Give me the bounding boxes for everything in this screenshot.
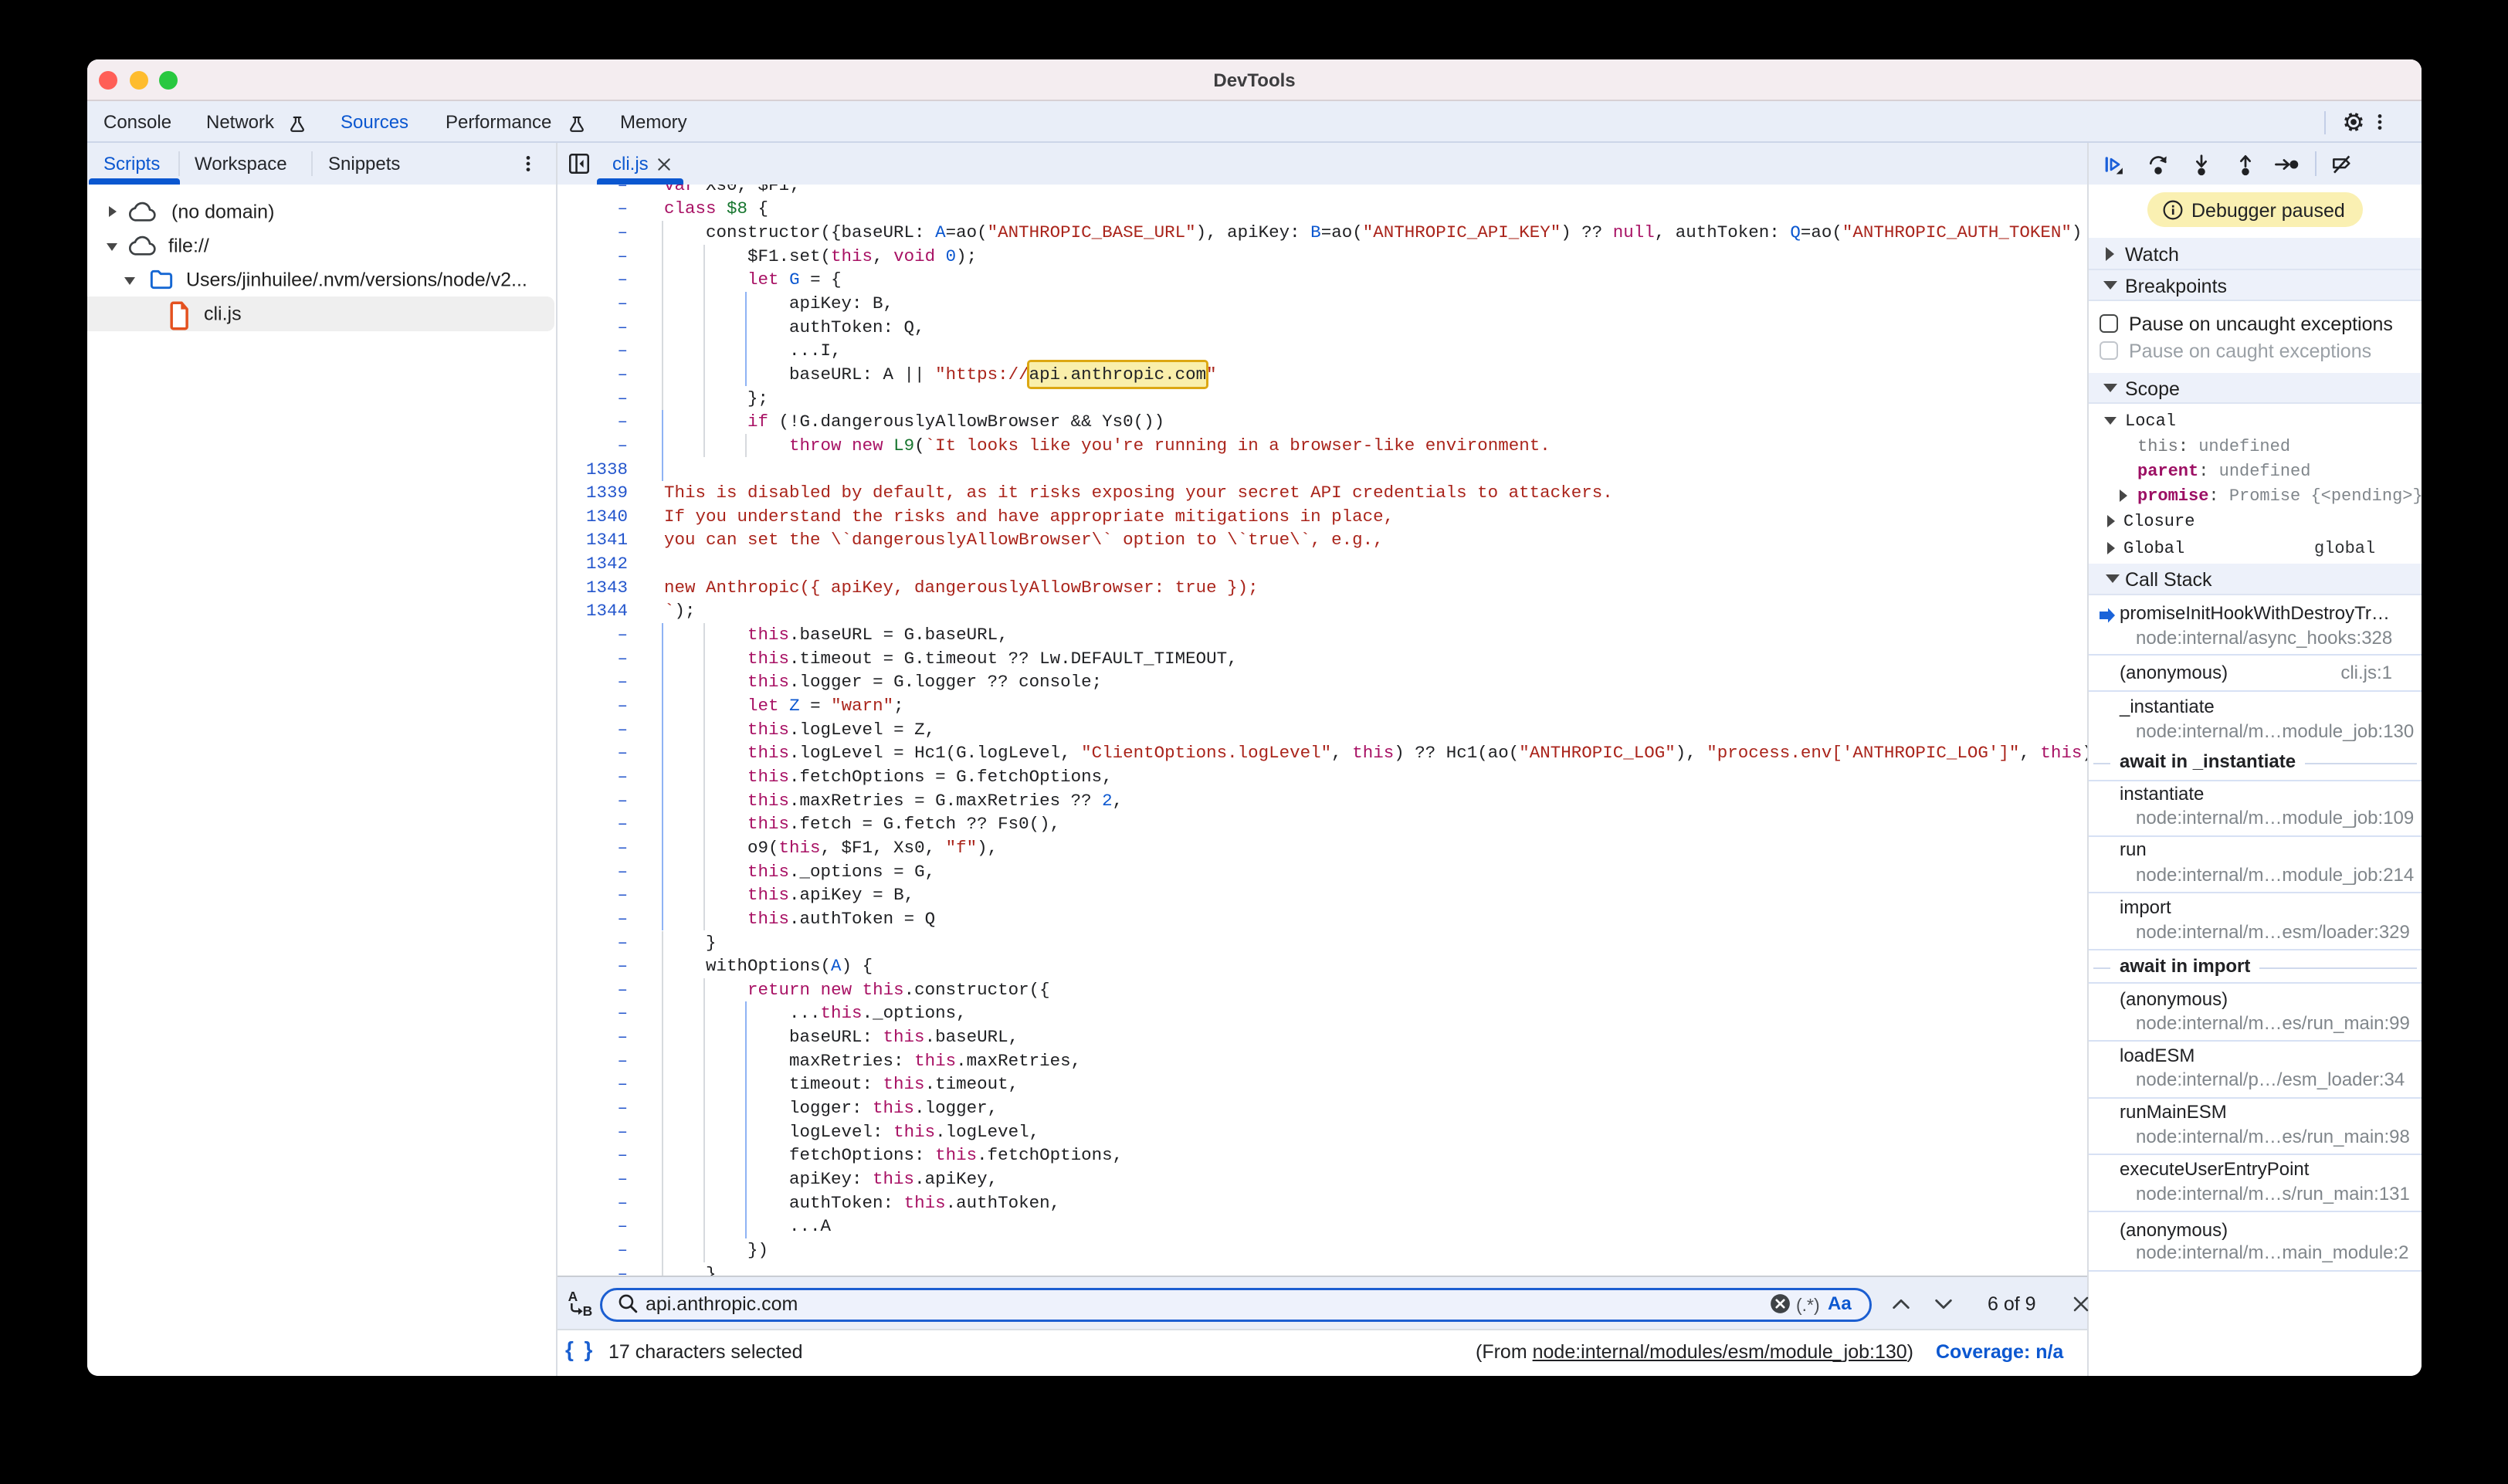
- svg-text:A: A: [568, 1289, 578, 1304]
- svg-text:B: B: [583, 1303, 593, 1318]
